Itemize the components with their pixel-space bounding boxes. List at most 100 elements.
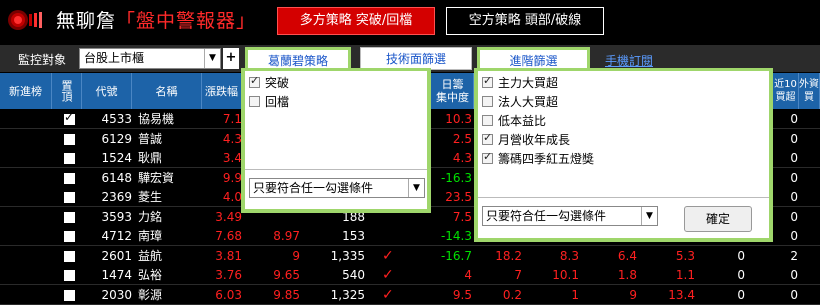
match-condition-select[interactable]: 只要符合任一勾選條件 ▼ xyxy=(482,206,658,226)
pin-checkbox[interactable] xyxy=(64,270,75,281)
checkbox[interactable] xyxy=(482,96,493,107)
tab-advanced[interactable]: 進階篩選 xyxy=(477,47,590,70)
option-label: 突破 xyxy=(265,76,290,90)
cell-concentration: 4.3 xyxy=(452,151,472,165)
cell-concentration: 4 xyxy=(464,268,472,282)
cell-code: 1524 xyxy=(101,151,132,165)
pin-checkbox[interactable] xyxy=(64,153,75,164)
option-breakout[interactable]: 突破 xyxy=(249,73,290,91)
cell-value1: 9 xyxy=(292,248,300,263)
cell-volume: 540 xyxy=(342,268,365,282)
cell-name: 菱生 xyxy=(138,190,163,204)
pin-checkbox[interactable] xyxy=(64,172,75,184)
col-name[interactable]: 名稱 xyxy=(132,73,202,109)
checkbox[interactable] xyxy=(482,149,493,165)
weinstein-popup: 突破 回檔 只要符合任一勾選條件 ▼ xyxy=(241,68,431,213)
pin-checkbox[interactable] xyxy=(64,231,75,242)
match-condition-value: 只要符合任一勾選條件 xyxy=(486,209,607,223)
pin-checkbox[interactable] xyxy=(64,110,75,125)
cell-d: 1.1 xyxy=(675,268,695,282)
option-revenue-growth[interactable]: 月營收年成長 xyxy=(482,130,570,148)
cell-change: 4.0 xyxy=(222,190,242,204)
cell-b: 8.3 xyxy=(559,248,579,263)
checkbox[interactable] xyxy=(249,73,260,89)
cell-c: 1.8 xyxy=(617,268,637,282)
option-label: 主力大買超 xyxy=(498,76,559,90)
option-label: 低本益比 xyxy=(498,114,547,128)
chevron-down-icon: ▼ xyxy=(408,179,424,197)
col-foreign[interactable]: 外資 買 xyxy=(799,73,820,109)
option-label: 籌碼四季紅五燈獎 xyxy=(498,152,595,166)
pin-checkbox[interactable] xyxy=(64,250,75,262)
checkbox[interactable] xyxy=(249,96,260,107)
cell-change: 3.4 xyxy=(222,151,242,165)
market-select[interactable]: 台股上市櫃 ▼ xyxy=(79,48,221,69)
cell-value1: 9.65 xyxy=(273,268,300,282)
app-title: 無聊詹「盤中警報器」 xyxy=(56,6,256,33)
pin-checkbox[interactable] xyxy=(64,211,75,223)
divider xyxy=(478,197,769,198)
cell-volume: 1,335 xyxy=(330,248,365,263)
cell-code: 6148 xyxy=(101,170,132,185)
table-row[interactable]: 2030 彰源 6.03 9.85 1,325 9.5 0.2 1 9 13.4 0 0 ✓ xyxy=(0,284,820,305)
mobile-subscribe-link[interactable]: 手機訂閱 xyxy=(605,52,653,69)
signal-check-icon: ✓ xyxy=(382,247,394,264)
checkbox[interactable] xyxy=(482,130,493,146)
option-label: 回檔 xyxy=(265,95,290,109)
signal-check-icon: ✓ xyxy=(382,286,394,303)
col-pin[interactable]: 置頂 xyxy=(52,73,82,109)
match-condition-select[interactable]: 只要符合任一勾選條件 ▼ xyxy=(249,178,425,198)
short-strategy-button[interactable]: 空方策略 頭部/破線 xyxy=(446,7,604,35)
option-chip-five-stars[interactable]: 籌碼四季紅五燈獎 xyxy=(482,149,595,167)
long-strategy-button[interactable]: 多方策略 突破/回檔 xyxy=(277,7,435,35)
cell-a: 18.2 xyxy=(495,248,522,263)
cell-e: 0 xyxy=(737,287,745,302)
tab-weinstein[interactable]: 葛蘭碧策略 xyxy=(245,47,351,70)
cell-name: 力銘 xyxy=(138,209,163,224)
cell-code: 2601 xyxy=(101,248,132,263)
advanced-filter-popup: 主力大買超 法人大買超 低本益比 月營收年成長 籌碼四季紅五燈獎 只要符合任一勾… xyxy=(474,68,773,242)
cell-code: 2369 xyxy=(101,190,132,204)
cell-change: 6.03 xyxy=(215,287,242,302)
confirm-button[interactable]: 確定 xyxy=(684,206,752,232)
checkbox[interactable] xyxy=(482,73,493,89)
cell-f: 0 xyxy=(790,268,798,282)
cell-change: 4.3 xyxy=(222,131,242,146)
cell-concentration: 23.5 xyxy=(445,190,472,204)
checkbox[interactable] xyxy=(482,115,493,126)
option-low-pe[interactable]: 低本益比 xyxy=(482,113,546,129)
market-select-value: 台股上市櫃 xyxy=(84,51,145,65)
cell-a: 7 xyxy=(514,268,522,282)
cell-a: 0.2 xyxy=(502,287,522,302)
table-row[interactable]: 1474 弘裕 3.76 9.65 540 4 7 10.1 1.8 1.1 0 0 ✓ xyxy=(0,265,820,285)
cell-code: 3593 xyxy=(101,209,132,224)
pin-checkbox[interactable] xyxy=(64,289,75,301)
cell-concentration: -16.3 xyxy=(440,170,472,185)
pin-checkbox[interactable] xyxy=(64,133,75,145)
cell-concentration: 9.5 xyxy=(452,287,472,302)
option-label: 法人大買超 xyxy=(498,95,559,109)
col-pin-label: 置頂 xyxy=(60,80,73,102)
cell-name: 協易機 xyxy=(138,112,175,126)
option-major-buy[interactable]: 主力大買超 xyxy=(482,73,559,91)
col-code[interactable]: 代號 xyxy=(82,73,132,109)
cell-change: 9.9 xyxy=(222,170,242,185)
title-bar: 無聊詹「盤中警報器」 多方策略 突破/回檔 空方策略 頭部/破線 xyxy=(0,0,820,40)
cell-b: 10.1 xyxy=(552,268,579,282)
option-pullback[interactable]: 回檔 xyxy=(249,94,289,110)
table-row[interactable]: 2601 益航 3.81 9 1,335 -16.7 18.2 8.3 6.4 5.3 0 2 ✓ xyxy=(0,245,820,266)
col-new-entry[interactable]: 新進榜 xyxy=(0,73,52,109)
cell-change: 3.81 xyxy=(215,248,242,263)
cell-change: 7.68 xyxy=(215,229,242,243)
cell-name: 驊宏資 xyxy=(138,170,175,185)
col-buy10[interactable]: 近10 買超 xyxy=(773,73,799,109)
cell-code: 1474 xyxy=(101,268,132,282)
signal-check-icon: ✓ xyxy=(382,267,394,283)
col-change[interactable]: 漲跌幅 xyxy=(202,73,242,109)
col-concentration[interactable]: 日籌 集中度 xyxy=(432,73,474,109)
pin-checkbox[interactable] xyxy=(64,192,75,203)
tab-technical[interactable]: 技術面篩選 xyxy=(360,47,472,70)
option-institutional-buy[interactable]: 法人大買超 xyxy=(482,94,558,110)
cell-name: 益航 xyxy=(138,248,163,263)
add-market-button[interactable]: + xyxy=(223,48,239,69)
